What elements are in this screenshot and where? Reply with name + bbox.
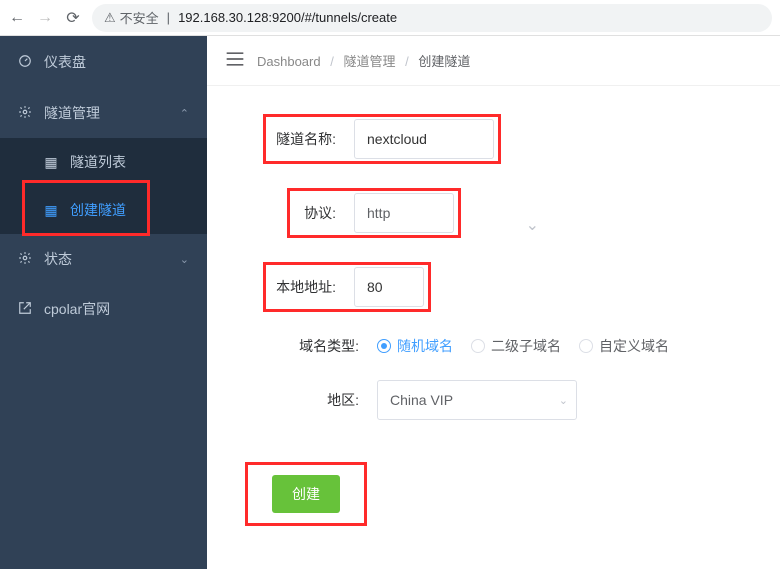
sidebar-item-label: 创建隧道: [70, 200, 126, 220]
sidebar: 仪表盘 隧道管理 ⌃ ▦ 隧道列表 ▦ 创建隧道 状态 ⌄: [0, 36, 207, 569]
breadcrumb-root[interactable]: Dashboard: [257, 54, 321, 69]
region-select[interactable]: China VIP ⌄: [377, 380, 577, 420]
gauge-icon: [18, 54, 32, 71]
sidebar-item-dashboard[interactable]: 仪表盘: [0, 36, 207, 88]
cog-icon: [18, 105, 32, 122]
separator: |: [167, 10, 170, 25]
domain-type-sub-radio[interactable]: 二级子域名: [471, 336, 561, 356]
highlight-box: 本地地址:: [263, 262, 431, 312]
radio-dot-icon: [579, 339, 593, 353]
warning-icon: ⚠: [104, 10, 116, 26]
grid-icon: ▦: [44, 202, 58, 219]
tunnel-name-input[interactable]: [354, 119, 494, 159]
region-value: China VIP: [390, 392, 453, 408]
breadcrumb-leaf: 创建隧道: [418, 54, 470, 69]
menu-toggle-icon[interactable]: [225, 51, 245, 70]
highlight-box: 协议: http: [287, 188, 461, 238]
sidebar-item-tunnel-list[interactable]: ▦ 隧道列表: [0, 138, 207, 186]
breadcrumb: Dashboard / 隧道管理 / 创建隧道: [257, 51, 470, 70]
chevron-down-icon: ⌄: [559, 394, 568, 407]
chevron-up-icon: ⌃: [180, 107, 189, 120]
topbar: Dashboard / 隧道管理 / 创建隧道: [207, 36, 780, 86]
chevron-down-icon: ⌄: [180, 253, 189, 266]
tunnel-create-form: 隧道名称: 协议: http ⌄ 本地地址:: [207, 86, 780, 526]
radio-dot-icon: [377, 339, 391, 353]
breadcrumb-mid[interactable]: 隧道管理: [343, 54, 395, 69]
address-bar[interactable]: ⚠ 不安全 | 192.168.30.128:9200/#/tunnels/cr…: [92, 4, 772, 32]
local-addr-input[interactable]: [354, 267, 424, 307]
protocol-label: 协议:: [294, 203, 354, 223]
sidebar-item-label: 隧道管理: [44, 103, 100, 123]
highlight-box: 创建: [245, 462, 367, 526]
breadcrumb-sep: /: [405, 54, 409, 69]
domain-type-random-radio[interactable]: 随机域名: [377, 336, 453, 356]
breadcrumb-sep: /: [330, 54, 334, 69]
radio-dot-icon: [471, 339, 485, 353]
sidebar-item-status[interactable]: 状态 ⌄: [0, 234, 207, 284]
sidebar-item-tunnel-create[interactable]: ▦ 创建隧道: [0, 186, 207, 234]
grid-icon: ▦: [44, 154, 58, 171]
sidebar-item-cpolar-site[interactable]: cpolar官网: [0, 284, 207, 334]
insecure-warning: ⚠ 不安全: [104, 8, 159, 27]
sidebar-item-label: 隧道列表: [70, 152, 126, 172]
radio-label: 自定义域名: [599, 336, 669, 356]
domain-type-custom-radio[interactable]: 自定义域名: [579, 336, 669, 356]
sidebar-item-label: 状态: [44, 249, 72, 269]
region-label: 地区:: [227, 390, 377, 410]
main-content: Dashboard / 隧道管理 / 创建隧道 隧道名称: 协议:: [207, 36, 780, 569]
local-addr-label: 本地地址:: [270, 277, 354, 297]
nav-back-icon[interactable]: ←: [8, 9, 26, 27]
insecure-label: 不安全: [120, 8, 159, 27]
browser-toolbar: ← → ⟳ ⚠ 不安全 | 192.168.30.128:9200/#/tunn…: [0, 0, 780, 36]
tunnel-name-label: 隧道名称:: [270, 129, 354, 149]
url-text: 192.168.30.128:9200/#/tunnels/create: [178, 10, 397, 25]
protocol-value: http: [367, 205, 390, 221]
nav-forward-icon[interactable]: →: [36, 9, 54, 27]
sidebar-item-tunnel-manage[interactable]: 隧道管理 ⌃: [0, 88, 207, 138]
radio-label: 随机域名: [397, 336, 453, 356]
sidebar-item-label: cpolar官网: [44, 299, 110, 319]
nav-reload-icon[interactable]: ⟳: [64, 8, 82, 28]
sidebar-item-label: 仪表盘: [44, 52, 86, 72]
protocol-select[interactable]: http: [354, 193, 454, 233]
external-link-icon: [18, 301, 32, 318]
cog-icon: [18, 251, 32, 268]
domain-type-label: 域名类型:: [227, 336, 377, 356]
create-button[interactable]: 创建: [272, 475, 340, 513]
highlight-box: 隧道名称:: [263, 114, 501, 164]
radio-label: 二级子域名: [491, 336, 561, 356]
chevron-down-icon: ⌄: [526, 215, 539, 235]
